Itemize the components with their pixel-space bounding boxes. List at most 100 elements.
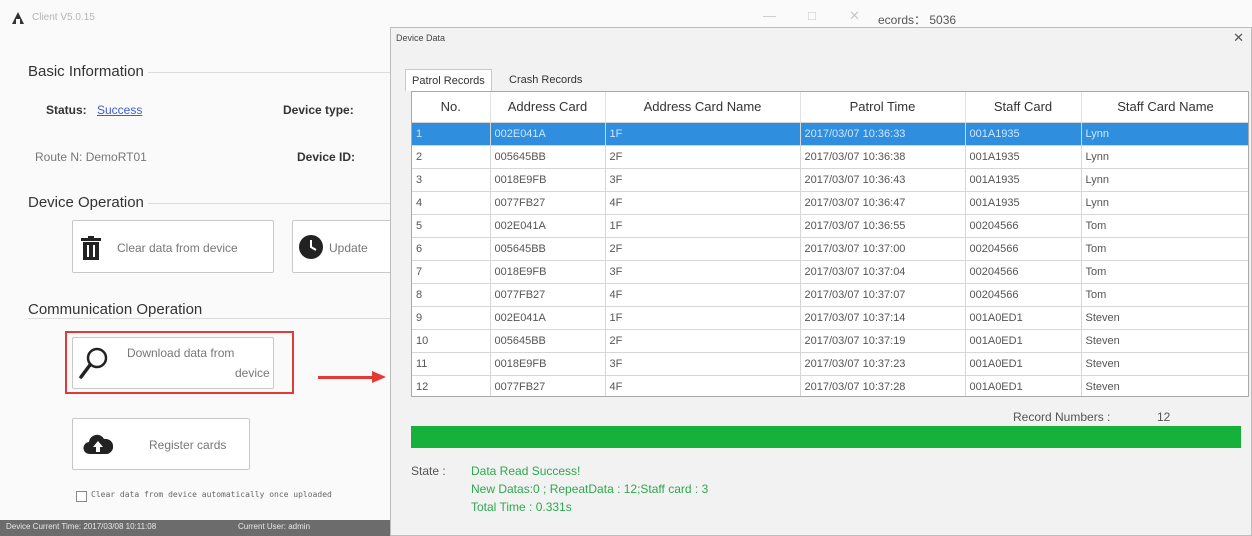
table-cell: 005645BB (490, 145, 606, 169)
column-header[interactable]: Address Card (490, 92, 606, 123)
table-cell: 2017/03/07 10:37:00 (800, 237, 966, 261)
download-data-button[interactable]: Download data from device (72, 337, 274, 389)
patrol-records-table: No. Address Card Address Card Name Patro… (412, 92, 1248, 396)
table-cell: 2017/03/07 10:36:47 (800, 191, 966, 215)
device-operation-title: Device Operation (28, 194, 148, 211)
table-cell: 1F (605, 122, 801, 146)
table-cell: 001A0ED1 (965, 329, 1082, 353)
table-cell: Steven (1081, 329, 1248, 353)
table-cell: 2F (605, 237, 801, 261)
table-cell: Tom (1081, 237, 1248, 261)
register-cards-button[interactable]: Register cards (72, 418, 250, 470)
table-cell: 005645BB (490, 237, 606, 261)
table-cell: 12 (412, 375, 491, 396)
status-bar: Device Current Time: 2017/03/08 10:11:08… (0, 520, 391, 536)
table-cell: Lynn (1081, 145, 1248, 169)
clear-data-button[interactable]: Clear data from device (72, 220, 274, 273)
table-row[interactable]: 2 005645BB 2F 2017/03/07 10:36:38 001A1935 Ly… (412, 145, 1248, 169)
table-cell: 0018E9FB (490, 260, 606, 284)
table-cell: 3 (412, 168, 491, 192)
table-row[interactable]: 8 0077FB27 4F 2017/03/07 10:37:07 00204566 To… (412, 283, 1248, 307)
magnifier-icon (79, 347, 108, 379)
table-row[interactable]: 11 0018E9FB 3F 2017/03/07 10:37:23 001A0ED1 S… (412, 352, 1248, 376)
table-cell: Lynn (1081, 122, 1248, 146)
column-header[interactable]: Staff Card (965, 92, 1082, 123)
table-row[interactable]: 12 0077FB27 4F 2017/03/07 10:37:28 001A0ED1 S… (412, 375, 1248, 396)
dialog-title: Device Data (396, 33, 446, 43)
clear-data-label: Clear data from device (117, 241, 238, 255)
table-cell: 2017/03/07 10:37:28 (800, 375, 966, 396)
table-body: 1 002E041A 1F 2017/03/07 10:36:33 001A1935 Ly… (412, 122, 1248, 396)
table-row[interactable]: 10 005645BB 2F 2017/03/07 10:37:19 001A0ED1 S… (412, 329, 1248, 353)
table-cell: 2017/03/07 10:37:07 (800, 283, 966, 307)
table-cell: 00204566 (965, 283, 1082, 307)
state-line-1: Data Read Success! (471, 464, 581, 478)
table-cell: 1 (412, 122, 491, 146)
communication-divider (28, 318, 390, 319)
table-cell: 9 (412, 306, 491, 330)
table-row[interactable]: 6 005645BB 2F 2017/03/07 10:37:00 00204566 To… (412, 237, 1248, 261)
table-row[interactable]: 1 002E041A 1F 2017/03/07 10:36:33 001A1935 Ly… (412, 122, 1248, 146)
table-cell: 002E041A (490, 122, 606, 146)
table-cell: 00204566 (965, 214, 1082, 238)
maximize-button[interactable]: □ (808, 8, 816, 23)
table-row[interactable]: 5 002E041A 1F 2017/03/07 10:36:55 00204566 To… (412, 214, 1248, 238)
column-header[interactable]: Address Card Name (605, 92, 801, 123)
device-type-label: Device type: (283, 103, 354, 117)
auto-clear-label: Clear data from device automatically onc… (91, 490, 332, 499)
table-cell: 4F (605, 283, 801, 307)
record-numbers-value: 12 (1157, 410, 1171, 424)
minimize-button[interactable]: — (763, 8, 776, 23)
table-cell: 001A0ED1 (965, 375, 1082, 396)
table-cell: 4F (605, 375, 801, 396)
table-cell: 5 (412, 214, 491, 238)
table-cell: 001A1935 (965, 145, 1082, 169)
table-cell: 3F (605, 168, 801, 192)
table-cell: 0018E9FB (490, 352, 606, 376)
table-cell: 0077FB27 (490, 375, 606, 396)
table-row[interactable]: 4 0077FB27 4F 2017/03/07 10:36:47 001A1935 Ly… (412, 191, 1248, 215)
clock-icon (299, 235, 323, 259)
table-cell: 00204566 (965, 237, 1082, 261)
table-cell: 005645BB (490, 329, 606, 353)
table-row[interactable]: 9 002E041A 1F 2017/03/07 10:37:14 001A0ED1 St… (412, 306, 1248, 330)
status-value-link[interactable]: Success (97, 103, 142, 117)
column-header[interactable]: No. (412, 92, 491, 123)
table-cell: Tom (1081, 283, 1248, 307)
tab-patrol-records[interactable]: Patrol Records (405, 69, 492, 91)
download-label-line1: Download data from (127, 346, 235, 360)
table-cell: 002E041A (490, 214, 606, 238)
basic-info-title: Basic Information (28, 63, 148, 80)
table-header-row: No. Address Card Address Card Name Patro… (412, 92, 1248, 123)
table-cell: Tom (1081, 214, 1248, 238)
table-cell: Tom (1081, 260, 1248, 284)
table-cell: 2017/03/07 10:36:43 (800, 168, 966, 192)
table-cell: 001A0ED1 (965, 352, 1082, 376)
table-cell: 2017/03/07 10:36:38 (800, 145, 966, 169)
column-header[interactable]: Patrol Time (800, 92, 966, 123)
tab-crash-records[interactable]: Crash Records (503, 69, 588, 91)
table-cell: 0077FB27 (490, 283, 606, 307)
total-records-label: ecords： 5036 (878, 13, 957, 27)
table-row[interactable]: 7 0018E9FB 3F 2017/03/07 10:37:04 00204566 To… (412, 260, 1248, 284)
table-row[interactable]: 3 0018E9FB 3F 2017/03/07 10:36:43 001A1935 Ly… (412, 168, 1248, 192)
dialog-close-button[interactable]: ✕ (1233, 30, 1244, 46)
update-label: Update (329, 241, 368, 255)
status-label: Status: (46, 103, 87, 117)
main-close-button[interactable]: ✕ (849, 8, 860, 24)
auto-clear-checkbox[interactable] (76, 491, 87, 502)
download-label-line2: device (235, 366, 270, 380)
table-cell: 4F (605, 191, 801, 215)
table-cell: 002E041A (490, 306, 606, 330)
records-table-container: No. Address Card Address Card Name Patro… (411, 91, 1249, 397)
update-button[interactable]: Update (292, 220, 392, 273)
state-line-2: New Datas:0 ; RepeatData : 12;Staff card… (471, 482, 709, 496)
column-header[interactable]: Staff Card Name (1081, 92, 1248, 123)
cloud-upload-icon (83, 434, 113, 455)
table-cell: 2017/03/07 10:37:23 (800, 352, 966, 376)
table-cell: 1F (605, 214, 801, 238)
trash-icon (81, 236, 101, 260)
device-id-label: Device ID: (297, 150, 356, 164)
progress-bar (411, 426, 1241, 448)
table-cell: 7 (412, 260, 491, 284)
